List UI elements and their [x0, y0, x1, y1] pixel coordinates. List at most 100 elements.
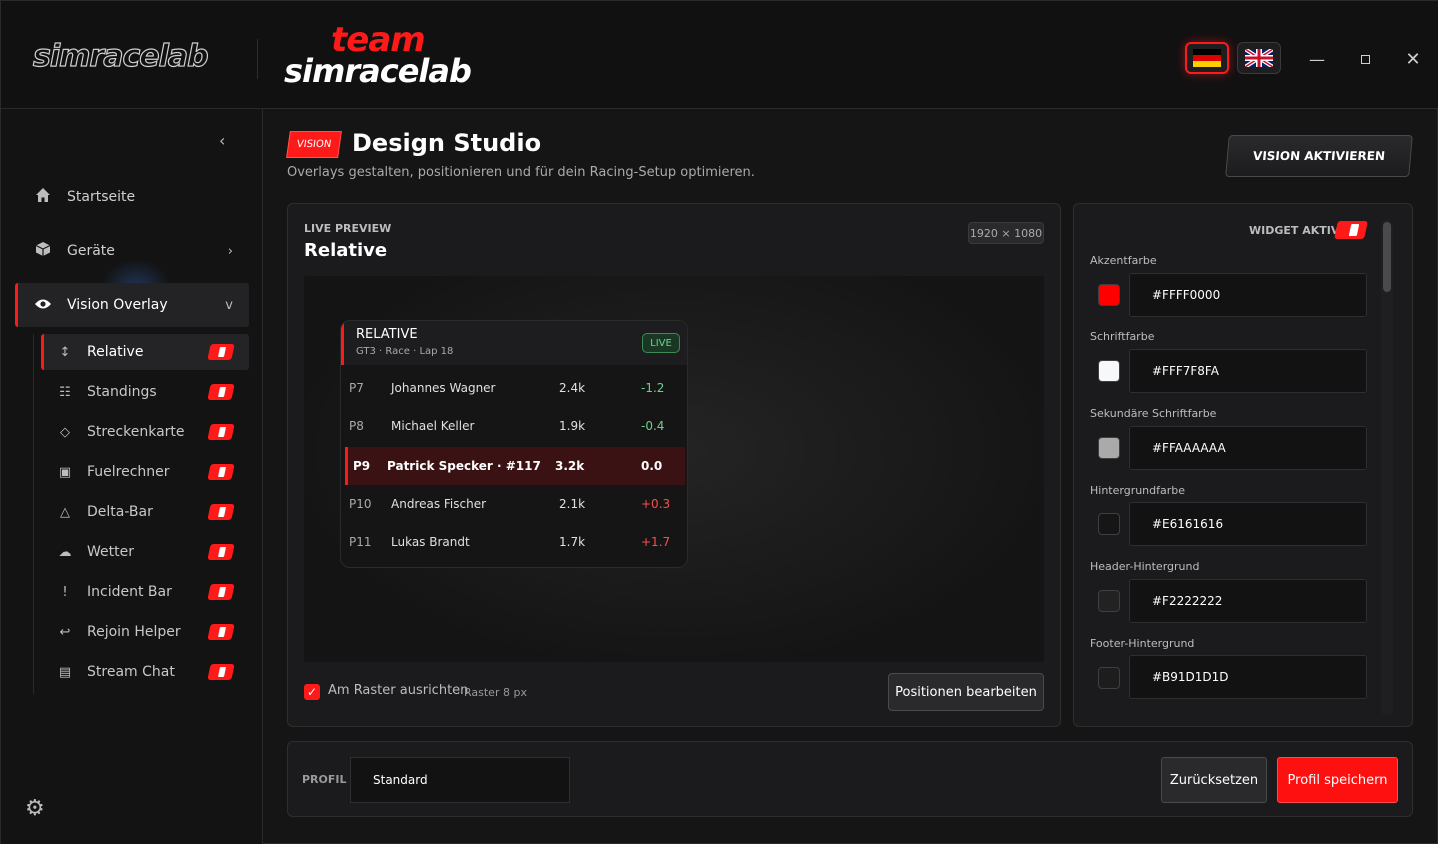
live-preview-panel: LIVE PREVIEW Relative 1920 × 1080 RELATI…: [287, 203, 1061, 727]
color-input-font[interactable]: #FFF7F8FA: [1129, 349, 1367, 393]
overlay-title: RELATIVE: [356, 327, 418, 342]
color-input-header-bg[interactable]: #F2222222: [1129, 579, 1367, 623]
color-swatch-footer-bg[interactable]: [1098, 667, 1120, 689]
widget-toggle[interactable]: [207, 424, 235, 440]
check-icon: ✓: [306, 685, 318, 699]
scrollbar-thumb[interactable]: [1383, 222, 1391, 292]
exclamation-icon: !: [62, 584, 68, 600]
sidebar-subitem-streckenkarte[interactable]: ◇ Streckenkarte: [41, 414, 249, 450]
color-input-background[interactable]: #E6161616: [1129, 502, 1367, 546]
widget-toggle[interactable]: [207, 384, 235, 400]
widget-toggle[interactable]: [207, 584, 235, 600]
sidebar-subitem-label: Wetter: [87, 544, 134, 560]
list-icon: ☷: [59, 384, 71, 400]
properties-scrollbar[interactable]: [1381, 220, 1393, 716]
sidebar-subitem-rejoin-helper[interactable]: ↩ Rejoin Helper: [41, 614, 249, 650]
snap-grid-checkbox[interactable]: ✓: [304, 684, 320, 700]
minimize-button[interactable]: —: [1304, 46, 1330, 72]
color-label-font: Schriftfarbe: [1090, 330, 1155, 343]
row-position: P8: [349, 419, 364, 433]
profile-select[interactable]: Standard: [350, 757, 570, 803]
sidebar-subitem-label: Streckenkarte: [87, 424, 185, 440]
language-english-button[interactable]: [1237, 42, 1281, 74]
profile-label: PROFIL: [302, 773, 347, 786]
uk-flag-icon: [1245, 49, 1273, 67]
color-label-footer-bg: Footer-Hintergrund: [1090, 637, 1195, 650]
row-gap: -1.2: [641, 381, 665, 395]
widget-toggle[interactable]: [207, 664, 235, 680]
snap-grid-label[interactable]: Am Raster ausrichten: [328, 683, 468, 698]
widget-toggle[interactable]: [207, 624, 235, 640]
row-irating: 2.1k: [559, 497, 586, 511]
color-swatch-secondary-font[interactable]: [1098, 437, 1120, 459]
widget-active-toggle[interactable]: [1334, 221, 1368, 239]
sidebar: ‹ Startseite Geräte › Vision Overlay v ↕: [1, 109, 263, 844]
color-label-header-bg: Header-Hintergrund: [1090, 560, 1200, 573]
grid-size-hint: · Raster 8 px: [457, 686, 527, 699]
page-title: Design Studio: [352, 129, 542, 157]
return-icon: ↩: [59, 624, 71, 640]
table-row: P10 Andreas Fischer 2.1k +0.3: [341, 485, 687, 523]
collapse-sidebar-button[interactable]: ‹: [219, 131, 225, 150]
color-input-footer-bg[interactable]: #B91D1D1D: [1129, 655, 1367, 699]
edit-positions-button[interactable]: Positionen bearbeiten: [888, 673, 1044, 711]
cloud-icon: ☁: [58, 544, 72, 560]
sidebar-subitem-label: Fuelrechner: [87, 464, 170, 480]
sidebar-subitem-wetter[interactable]: ☁ Wetter: [41, 534, 249, 570]
sidebar-item-label: Geräte: [67, 243, 115, 259]
settings-button[interactable]: ⚙: [25, 797, 49, 821]
tree-line: [33, 334, 34, 694]
sidebar-subitem-label: Standings: [87, 384, 157, 400]
team-logo-bottom: simracelab: [284, 52, 472, 90]
sidebar-subitem-incident-bar[interactable]: ! Incident Bar: [41, 574, 249, 610]
sidebar-item-startseite[interactable]: Startseite: [15, 175, 249, 219]
color-input-accent[interactable]: #FFFF0000: [1129, 273, 1367, 317]
color-label-accent: Akzentfarbe: [1090, 254, 1157, 267]
chat-icon: ▤: [58, 664, 72, 680]
sidebar-subitem-delta-bar[interactable]: △ Delta-Bar: [41, 494, 249, 530]
app-window: simracelab team simracelab — ✕ ‹ Startse…: [0, 0, 1438, 844]
sidebar-item-label: Vision Overlay: [67, 297, 168, 313]
row-gap: -0.4: [641, 419, 665, 433]
widget-toggle[interactable]: [207, 544, 235, 560]
title-bar: simracelab team simracelab — ✕: [1, 1, 1438, 109]
widget-properties-panel: WIDGET AKTIV Akzentfarbe #FFFF0000 Schri…: [1073, 203, 1413, 727]
sidebar-subitem-fuelrechner[interactable]: ▣ Fuelrechner: [41, 454, 249, 490]
sidebar-subitem-relative[interactable]: ↕ Relative: [41, 334, 249, 370]
save-profile-button[interactable]: Profil speichern: [1277, 757, 1398, 803]
widget-toggle[interactable]: [207, 504, 235, 520]
color-swatch-background[interactable]: [1098, 513, 1120, 535]
row-driver: Michael Keller: [391, 419, 475, 433]
row-position: P10: [349, 497, 372, 511]
sidebar-subitem-label: Incident Bar: [87, 584, 172, 600]
close-button[interactable]: ✕: [1400, 46, 1426, 72]
chevron-down-icon: v: [225, 297, 233, 313]
sidebar-subitem-standings[interactable]: ☷ Standings: [41, 374, 249, 410]
reset-button[interactable]: Zurücksetzen: [1161, 757, 1267, 803]
row-driver: Johannes Wagner: [391, 381, 496, 395]
row-gap: +0.3: [641, 497, 671, 511]
color-swatch-font[interactable]: [1098, 360, 1120, 382]
sidebar-subitem-label: Stream Chat: [87, 664, 175, 680]
relative-overlay-widget[interactable]: RELATIVE GT3 · Race · Lap 18 LIVE P7 Joh…: [340, 320, 688, 568]
color-swatch-accent[interactable]: [1098, 284, 1120, 306]
color-swatch-header-bg[interactable]: [1098, 590, 1120, 612]
sidebar-item-vision-overlay[interactable]: Vision Overlay v: [15, 283, 249, 327]
maximize-button[interactable]: [1352, 46, 1378, 72]
row-gap: +1.7: [641, 535, 671, 549]
color-input-secondary-font[interactable]: #FFAAAAAA: [1129, 426, 1367, 470]
row-position: P7: [349, 381, 364, 395]
vision-activate-button[interactable]: VISION AKTIVIEREN: [1225, 135, 1413, 177]
widget-toggle[interactable]: [207, 464, 235, 480]
live-badge: LIVE: [642, 333, 680, 353]
sidebar-subitem-stream-chat[interactable]: ▤ Stream Chat: [41, 654, 249, 690]
resolution-chip: 1920 × 1080: [968, 222, 1044, 244]
language-german-button[interactable]: [1185, 42, 1229, 74]
row-irating: 2.4k: [559, 381, 586, 395]
row-driver: Andreas Fischer: [391, 497, 487, 511]
logo-divider: [257, 39, 258, 79]
widget-toggle[interactable]: [207, 344, 235, 360]
sidebar-subitem-label: Delta-Bar: [87, 504, 153, 520]
row-position: P11: [349, 535, 372, 549]
triangle-icon: △: [60, 504, 70, 520]
